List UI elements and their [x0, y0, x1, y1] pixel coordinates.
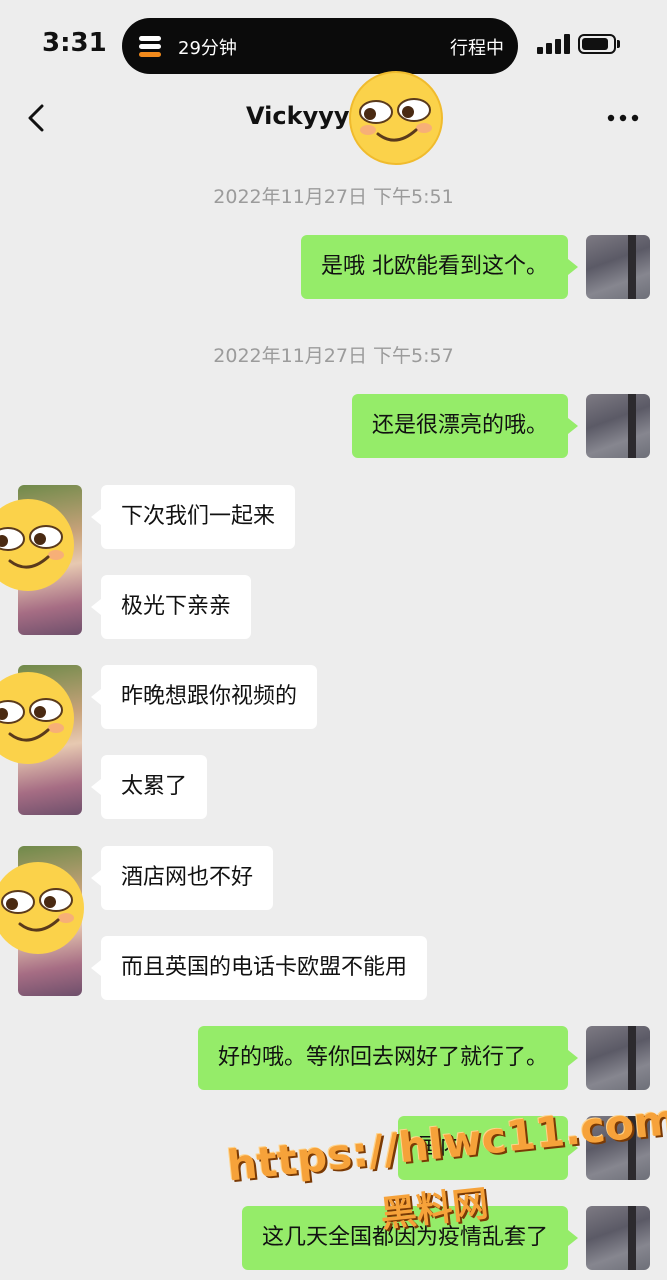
- message-bubble-incoming[interactable]: 酒店网也不好: [90, 846, 274, 910]
- dynamic-island[interactable]: 29分钟 行程中: [122, 18, 518, 74]
- my-avatar[interactable]: [586, 394, 650, 458]
- timestamp: 2022年11月27日 下午5:51: [213, 186, 454, 208]
- my-avatar[interactable]: [586, 1206, 650, 1270]
- battery-icon: [578, 34, 616, 54]
- my-avatar[interactable]: [586, 235, 650, 299]
- timestamp: 2022年11月27日 下午5:57: [213, 345, 454, 367]
- smirk-emoji-sticker-icon: [0, 499, 74, 591]
- chat-title: Vickyyy: [246, 102, 350, 130]
- signal-icon: [537, 34, 571, 54]
- message-bubble-incoming[interactable]: 极光下亲亲: [90, 575, 252, 639]
- message-bubble-incoming[interactable]: 昨晚想跟你视频的: [90, 665, 318, 729]
- smirk-emoji-sticker-icon: [349, 71, 443, 165]
- back-icon[interactable]: [24, 100, 50, 136]
- trip-status: 行程中: [450, 38, 504, 59]
- smirk-emoji-sticker-icon: [0, 672, 74, 764]
- trip-duration: 29分钟: [178, 38, 237, 59]
- more-icon[interactable]: [606, 112, 640, 124]
- battery-cap: [617, 40, 620, 48]
- message-bubble-incoming[interactable]: 下次我们一起来: [90, 485, 296, 549]
- message-bubble-outgoing[interactable]: 还是很漂亮的哦。: [351, 394, 579, 458]
- message-bubble-incoming[interactable]: 而且英国的电话卡欧盟不能用: [90, 936, 428, 1000]
- message-bubble-outgoing[interactable]: 是哦 北欧能看到这个。: [301, 235, 578, 299]
- status-time: 3:31: [42, 28, 107, 58]
- ride-app-icon: [139, 36, 161, 57]
- message-bubble-outgoing[interactable]: 好的哦。等你回去网好了就行了。: [197, 1026, 579, 1090]
- my-avatar[interactable]: [586, 1026, 650, 1090]
- smirk-emoji-sticker-icon: [0, 862, 84, 954]
- message-bubble-incoming[interactable]: 太累了: [90, 755, 208, 819]
